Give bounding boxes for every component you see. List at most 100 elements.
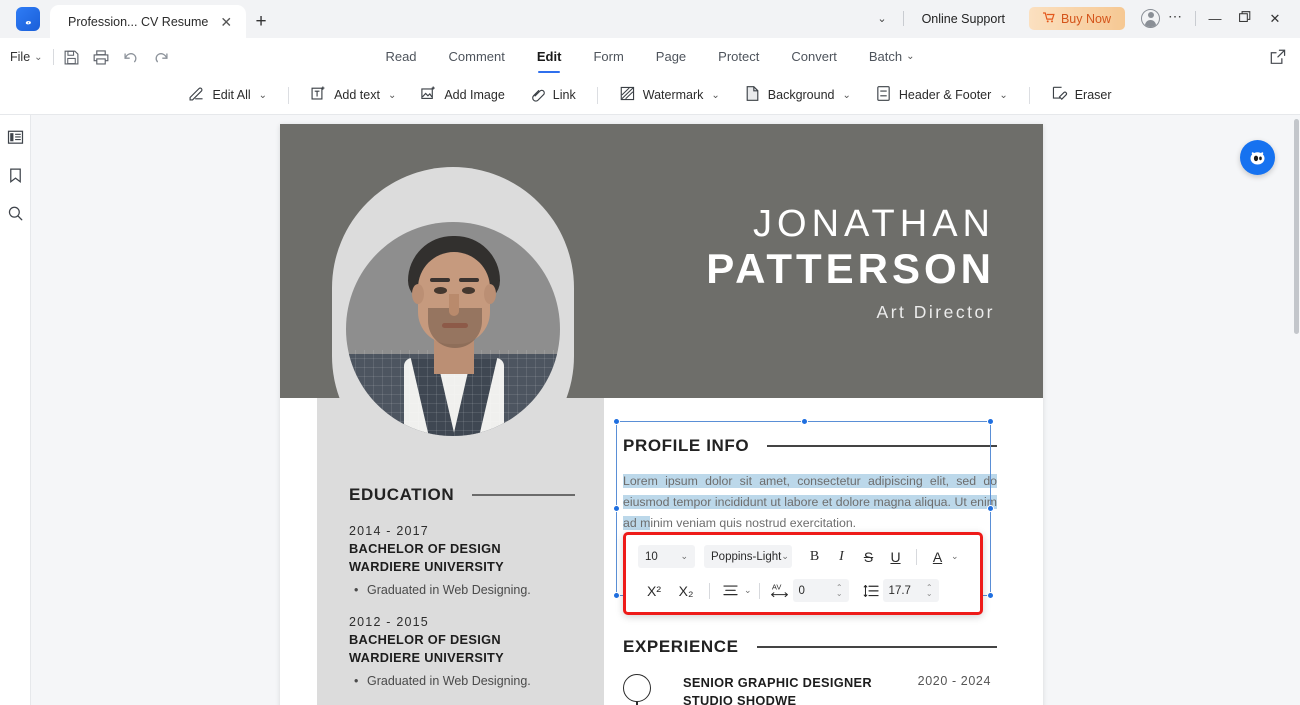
ribbon-background-button[interactable]: Background ⌄ xyxy=(732,81,863,109)
document-tab[interactable]: Profession... CV Resume ✕ xyxy=(50,5,247,38)
new-tab-button[interactable]: + xyxy=(246,5,276,38)
header-footer-icon xyxy=(875,85,892,105)
section-rule xyxy=(756,646,997,648)
thumbnails-panel-icon[interactable] xyxy=(7,129,24,151)
tab-page[interactable]: Page xyxy=(654,41,688,73)
tab-batch[interactable]: Batch ⌄ xyxy=(867,41,917,73)
selection-handle-top-center[interactable] xyxy=(801,418,808,425)
chevron-down-icon: ⌄ xyxy=(387,89,397,101)
file-menu-label: File xyxy=(10,50,31,64)
account-avatar-icon[interactable] xyxy=(1141,9,1160,28)
text-format-toolbar[interactable]: 10 ⌄ Poppins-Light ⌄ B I S U A ⌄ X² X₂ ⌄… xyxy=(623,532,983,615)
ribbon-eraser-label: Eraser xyxy=(1074,88,1112,102)
resume-job-title: Art Director xyxy=(876,301,995,322)
selection-handle-middle-left[interactable] xyxy=(613,505,620,512)
tab-protect[interactable]: Protect xyxy=(716,41,761,73)
line-spacing-stepper[interactable]: 17.7 ⌃ ⌄ xyxy=(882,579,939,602)
chevron-down-icon[interactable]: ⌄ xyxy=(951,551,959,562)
ribbon-add-text-button[interactable]: Add text ⌄ xyxy=(298,81,408,109)
redo-icon[interactable] xyxy=(153,50,169,65)
font-color-button[interactable]: A xyxy=(924,544,951,569)
background-icon xyxy=(744,85,761,105)
undo-icon[interactable] xyxy=(123,50,139,65)
open-external-icon[interactable] xyxy=(1270,49,1286,70)
divider xyxy=(596,86,598,104)
chevron-down-icon: ⌄ xyxy=(680,551,688,561)
experience-title-text: EXPERIENCE xyxy=(623,637,739,656)
chevron-down-icon[interactable]: ⌄ xyxy=(744,585,752,596)
letter-spacing-stepper[interactable]: 0 ⌃ ⌄ xyxy=(792,579,849,602)
print-icon[interactable] xyxy=(93,49,109,65)
education-entry-2: 2012 - 2015 BACHELOR OF DESIGN WARDIERE … xyxy=(349,615,594,688)
pdf-page[interactable]: JONATHAN PATTERSON Art Director EDUCATIO… xyxy=(280,124,1043,705)
ribbon-edit-all-button[interactable]: Edit All ⌄ xyxy=(176,81,279,109)
education-degree: BACHELOR OF DESIGN xyxy=(349,632,501,647)
tab-form[interactable]: Form xyxy=(591,41,625,73)
selection-handle-bottom-right[interactable] xyxy=(987,592,994,599)
superscript-button[interactable]: X² xyxy=(638,578,670,603)
ai-assistant-icon[interactable] xyxy=(1240,140,1275,175)
tab-read[interactable]: Read xyxy=(383,41,418,73)
pencil-icon xyxy=(188,85,205,105)
close-window-button[interactable]: ✕ xyxy=(1260,11,1290,27)
font-size-select[interactable]: 10 ⌄ xyxy=(638,545,695,568)
strikethrough-button[interactable]: S xyxy=(855,544,882,569)
resume-portrait-photo xyxy=(346,222,560,436)
chevron-down-icon: ⌄ xyxy=(906,51,915,62)
divider xyxy=(916,548,917,565)
education-bullet: Graduated in Web Designing. xyxy=(354,583,594,597)
tab-convert[interactable]: Convert xyxy=(789,41,839,73)
chevron-down-icon: ⌄ xyxy=(34,51,43,63)
more-options-icon[interactable]: ⋯ xyxy=(1166,8,1191,29)
resume-first-name: JONATHAN xyxy=(753,203,995,245)
tab-comment[interactable]: Comment xyxy=(447,41,507,73)
stepper-down-icon[interactable]: ⌄ xyxy=(926,589,933,597)
resume-name-block: JONATHAN PATTERSON Art Director xyxy=(706,203,995,323)
ribbon-link-label: Link xyxy=(552,88,576,102)
divider xyxy=(709,582,710,599)
experience-role: SENIOR GRAPHIC DESIGNER xyxy=(683,675,872,690)
eraser-icon xyxy=(1051,85,1068,105)
quick-access-toolbar xyxy=(64,49,169,65)
link-icon xyxy=(529,85,546,105)
selection-handle-bottom-left[interactable] xyxy=(613,592,620,599)
titlebar-right-group: ⌄ Online Support Buy Now ⋯ — ✕ xyxy=(865,7,1300,38)
buy-now-button[interactable]: Buy Now xyxy=(1028,7,1125,30)
stepper-arrows[interactable]: ⌃ ⌄ xyxy=(926,583,933,597)
format-toolbar-row-2: X² X₂ ⌄ AV 0 ⌃ ⌄ 17.7 ⌃ ⌄ xyxy=(626,574,980,608)
search-panel-icon[interactable] xyxy=(7,205,24,227)
underline-button[interactable]: U xyxy=(882,544,909,569)
file-menu-button[interactable]: File ⌄ xyxy=(0,50,43,64)
education-title-text: EDUCATION xyxy=(349,485,455,504)
ribbon-add-image-button[interactable]: Add Image xyxy=(408,81,516,109)
ribbon-watermark-button[interactable]: Watermark ⌄ xyxy=(607,81,732,109)
bold-button[interactable]: B xyxy=(801,544,828,569)
education-entry-1: 2014 - 2017 BACHELOR OF DESIGN WARDIERE … xyxy=(349,524,594,597)
education-school: WARDIERE UNIVERSITY xyxy=(349,649,505,665)
ribbon-eraser-button[interactable]: Eraser xyxy=(1039,81,1124,109)
selection-handle-middle-right[interactable] xyxy=(987,505,994,512)
minimize-button[interactable]: — xyxy=(1200,11,1230,26)
italic-button[interactable]: I xyxy=(828,544,855,569)
font-family-select[interactable]: Poppins-Light ⌄ xyxy=(704,545,792,568)
ribbon-header-footer-button[interactable]: Header & Footer ⌄ xyxy=(863,81,1020,109)
tab-list-chevron-down-icon[interactable]: ⌄ xyxy=(865,12,898,25)
stepper-down-icon[interactable]: ⌄ xyxy=(836,589,843,597)
resume-photo-frame xyxy=(332,167,574,477)
tab-edit[interactable]: Edit xyxy=(535,41,564,73)
selection-handle-top-left[interactable] xyxy=(613,418,620,425)
subscript-button[interactable]: X₂ xyxy=(670,578,702,603)
vertical-scrollbar[interactable] xyxy=(1293,115,1300,705)
online-support-link[interactable]: Online Support xyxy=(908,12,1019,26)
scrollbar-thumb[interactable] xyxy=(1294,119,1299,334)
stepper-arrows[interactable]: ⌃ ⌄ xyxy=(836,583,843,597)
bookmark-panel-icon[interactable] xyxy=(7,167,24,189)
close-tab-icon[interactable]: ✕ xyxy=(216,15,236,29)
selection-handle-top-right[interactable] xyxy=(987,418,994,425)
save-icon[interactable] xyxy=(64,50,79,65)
restore-button[interactable] xyxy=(1230,11,1260,26)
align-icon[interactable] xyxy=(717,578,744,603)
chevron-down-icon: ⌄ xyxy=(781,551,789,561)
chevron-down-icon: ⌄ xyxy=(842,89,851,101)
ribbon-link-button[interactable]: Link xyxy=(517,81,588,109)
